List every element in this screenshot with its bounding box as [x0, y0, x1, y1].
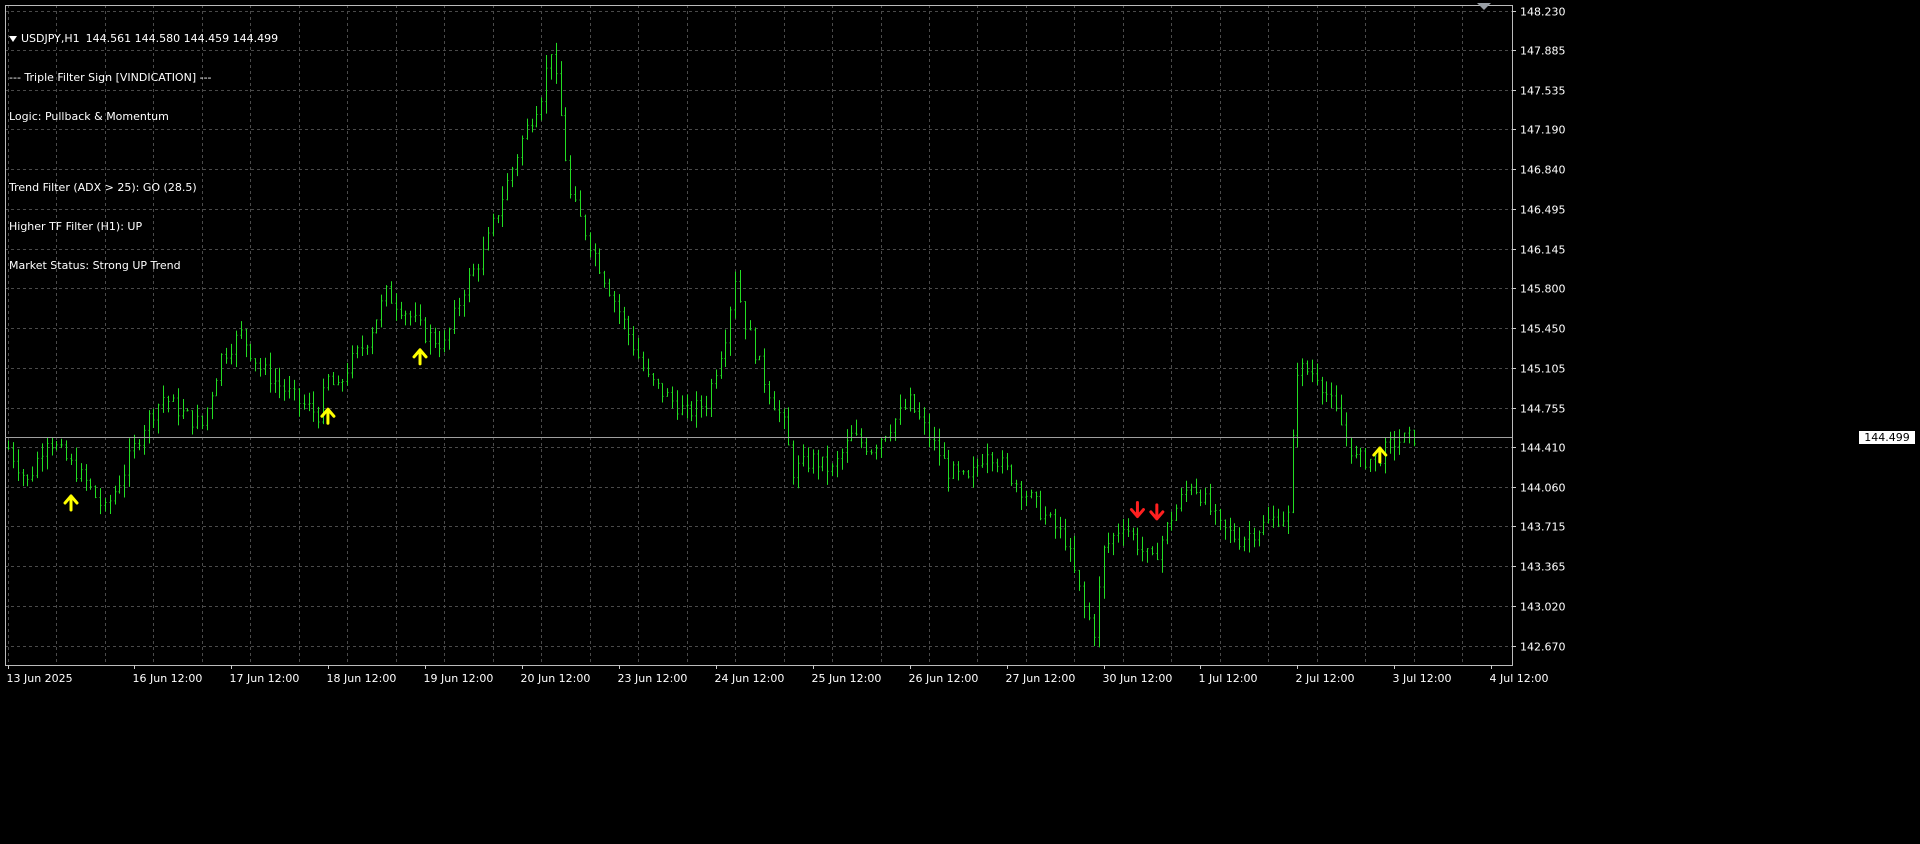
- price-axis: 148.230 147.885 147.535 147.190 146.840 146.4…: [1512, 6, 1566, 654]
- ohlc-values: 144.561 144.580 144.459 144.499: [85, 32, 279, 45]
- price-tick-label: 146.840: [1520, 164, 1566, 177]
- time-tick-label: 26 Jun 12:00: [909, 672, 979, 685]
- price-chart[interactable]: 148.230 147.885 147.535 147.190 146.840 146.4…: [0, 0, 1920, 844]
- buy-arrow-shape: [412, 348, 428, 366]
- time-tick-label: 17 Jun 12:00: [230, 672, 300, 685]
- time-tick-label: 3 Jul 12:00: [1393, 672, 1452, 685]
- time-tick-label: 19 Jun 12:00: [424, 672, 494, 685]
- time-axis: 13 Jun 2025 16 Jun 12:00 17 Jun 12:00 18 Ju…: [7, 665, 1549, 685]
- trend-filter-status: Trend Filter (ADX > 25): GO (28.5): [9, 181, 197, 194]
- buy-arrow-icon: [412, 348, 428, 366]
- price-tick-label: 147.535: [1520, 85, 1566, 98]
- price-tick-label: 145.105: [1520, 363, 1566, 376]
- price-tick-label: 144.755: [1520, 403, 1566, 416]
- price-tick-label: 144.410: [1520, 442, 1566, 455]
- info-spacer: [9, 149, 278, 155]
- time-tick-label: 2 Jul 12:00: [1296, 672, 1355, 685]
- sell-arrow-shape: [1129, 501, 1145, 519]
- buy-arrow-icon: [63, 494, 79, 512]
- price-tick-label: 143.020: [1520, 601, 1566, 614]
- sell-arrow-icon: [1129, 501, 1145, 519]
- time-tick-label: 25 Jun 12:00: [812, 672, 882, 685]
- chart-shift-marker-icon[interactable]: [1477, 3, 1491, 10]
- symbol-header[interactable]: USDJPY,H1 144.561 144.580 144.459 144.49…: [9, 32, 278, 45]
- time-tick-label: 16 Jun 12:00: [133, 672, 203, 685]
- price-tick-label: 147.190: [1520, 124, 1566, 137]
- time-tick-label: 27 Jun 12:00: [1006, 672, 1076, 685]
- collapse-triangle-icon[interactable]: [9, 35, 17, 42]
- signals: [63, 348, 1388, 521]
- time-tick-label: 4 Jul 12:00: [1490, 672, 1549, 685]
- price-tick-label: 143.365: [1520, 561, 1566, 574]
- indicator-info-panel: USDJPY,H1 144.561 144.580 144.459 144.49…: [9, 6, 278, 298]
- price-tick-label: 147.885: [1520, 45, 1566, 58]
- higher-tf-filter-status: Higher TF Filter (H1): UP: [9, 220, 143, 233]
- market-status: Market Status: Strong UP Trend: [9, 259, 181, 272]
- indicator-title: --- Triple Filter Sign [VINDICATION] ---: [9, 71, 212, 84]
- price-tick-label: 148.230: [1520, 6, 1566, 19]
- sell-arrow-shape: [1149, 503, 1165, 521]
- price-tick-label: 143.715: [1520, 521, 1566, 534]
- time-tick-label: 18 Jun 12:00: [327, 672, 397, 685]
- time-tick-label: 1 Jul 12:00: [1199, 672, 1258, 685]
- price-tick-label: 145.450: [1520, 323, 1566, 336]
- buy-arrow-shape: [63, 494, 79, 512]
- current-price-tag: 144.499: [1859, 430, 1915, 444]
- time-tick-label: 13 Jun 2025: [7, 672, 73, 685]
- price-tick-label: 146.145: [1520, 244, 1566, 257]
- sell-arrow-icon: [1149, 503, 1165, 521]
- time-tick-label: 30 Jun 12:00: [1103, 672, 1173, 685]
- price-tick-label: 142.670: [1520, 641, 1566, 654]
- time-tick-label: 24 Jun 12:00: [715, 672, 785, 685]
- time-tick-label: 20 Jun 12:00: [521, 672, 591, 685]
- price-tick-label: 144.060: [1520, 482, 1566, 495]
- symbol-label: USDJPY,H1: [21, 32, 80, 45]
- time-tick-label: 23 Jun 12:00: [618, 672, 688, 685]
- price-tick-label: 145.800: [1520, 283, 1566, 296]
- chart-window[interactable]: 148.230 147.885 147.535 147.190 146.840 146.4…: [0, 0, 1920, 844]
- indicator-logic: Logic: Pullback & Momentum: [9, 110, 169, 123]
- price-tick-label: 146.495: [1520, 204, 1566, 217]
